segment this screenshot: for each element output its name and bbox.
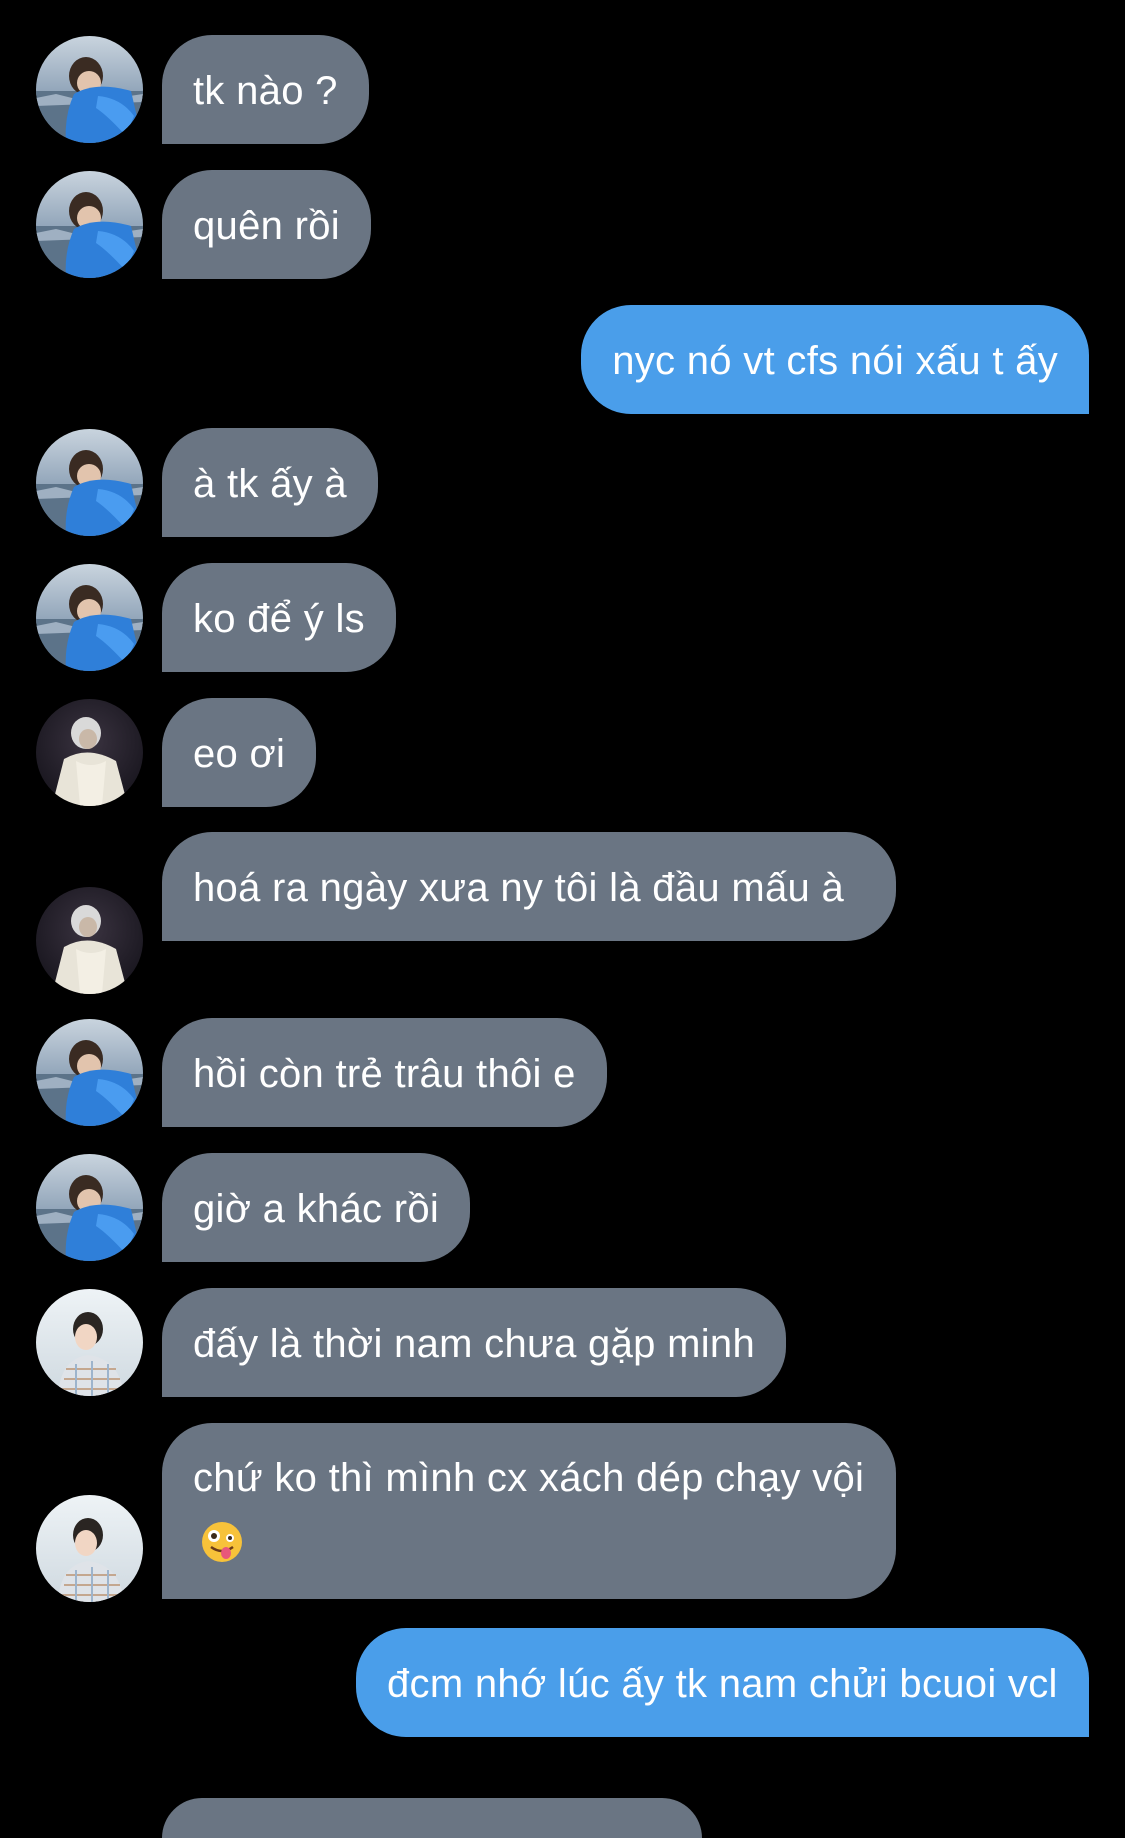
- avatar[interactable]: [36, 564, 143, 671]
- message-bubble[interactable]: chứ ko thì mình cx xách dép chạy vội: [162, 1423, 896, 1599]
- avatar[interactable]: [36, 36, 143, 143]
- message-row: eo ơi: [0, 698, 1125, 808]
- message-row: quên rồi: [0, 170, 1125, 280]
- avatar-boy-blue-icon: [36, 429, 143, 536]
- avatar-boy-shirt-icon: [36, 1495, 143, 1602]
- avatar[interactable]: [36, 1019, 143, 1126]
- message-bubble[interactable]: eo ơi: [162, 698, 317, 807]
- message-row: ko để ý ls: [0, 563, 1125, 673]
- message-bubble[interactable]: quên rồi: [162, 170, 371, 279]
- message-bubble[interactable]: giờ a khác rồi: [162, 1153, 471, 1262]
- zany-face-emoji-icon: [201, 1517, 243, 1562]
- avatar[interactable]: [36, 1289, 143, 1396]
- avatar-boy-blue-icon: [36, 564, 143, 671]
- message-row: đấy là thời nam chưa gặp minh: [0, 1288, 1125, 1398]
- message-text: giờ a khác rồi: [193, 1187, 440, 1231]
- message-text: đcm nhớ lúc ấy tk nam chửi bcuoi vcl: [387, 1662, 1058, 1706]
- avatar-white-hair-icon: [36, 699, 143, 806]
- message-text: ko để ý ls: [193, 597, 365, 641]
- message-bubble[interactable]: hồi còn trẻ trâu thôi e: [162, 1018, 607, 1127]
- message-row: đcm nhớ lúc ấy tk nam chửi bcuoi vcl: [0, 1628, 1125, 1791]
- avatar[interactable]: [36, 429, 143, 536]
- message-bubble[interactable]: đấy là thời nam chưa gặp minh: [162, 1288, 787, 1397]
- avatar[interactable]: [36, 171, 143, 278]
- message-row: hoá ra ngày xưa ny tôi là đầu mấu à: [0, 832, 1125, 995]
- message-bubble-partial: [162, 1798, 702, 1838]
- message-text: nyc nó vt cfs nói xấu t ấy: [612, 339, 1058, 383]
- message-text: quên rồi: [193, 204, 340, 248]
- message-row: à tk ấy à: [0, 428, 1125, 538]
- message-row: nyc nó vt cfs nói xấu t ấy: [0, 305, 1125, 415]
- avatar-boy-blue-icon: [36, 1154, 143, 1261]
- message-row: tk nào ?: [0, 35, 1125, 145]
- message-bubble[interactable]: đcm nhớ lúc ấy tk nam chửi bcuoi vcl: [356, 1628, 1089, 1737]
- message-text: đấy là thời nam chưa gặp minh: [193, 1322, 756, 1366]
- message-list[interactable]: tk nào ? quên rồi nyc nó vt cfs nói xấu …: [0, 0, 1125, 1838]
- message-bubble[interactable]: à tk ấy à: [162, 428, 378, 537]
- message-row: hồi còn trẻ trâu thôi e: [0, 1018, 1125, 1128]
- message-text: hoá ra ngày xưa ny tôi là đầu mấu à: [193, 866, 845, 910]
- message-text: eo ơi: [193, 732, 286, 776]
- message-bubble[interactable]: hoá ra ngày xưa ny tôi là đầu mấu à: [162, 832, 896, 941]
- avatar[interactable]: [36, 1154, 143, 1261]
- avatar-boy-blue-icon: [36, 36, 143, 143]
- avatar[interactable]: [36, 887, 143, 994]
- avatar-boy-blue-icon: [36, 171, 143, 278]
- avatar[interactable]: [36, 1495, 143, 1602]
- avatar-white-hair-icon: [36, 887, 143, 994]
- message-text: hồi còn trẻ trâu thôi e: [193, 1052, 576, 1096]
- avatar[interactable]: [36, 699, 143, 806]
- message-text: chứ ko thì mình cx xách dép chạy vội: [193, 1456, 865, 1500]
- message-bubble[interactable]: ko để ý ls: [162, 563, 396, 672]
- message-bubble[interactable]: tk nào ?: [162, 35, 369, 144]
- message-text: à tk ấy à: [193, 462, 347, 506]
- message-bubble[interactable]: nyc nó vt cfs nói xấu t ấy: [581, 305, 1089, 414]
- message-row: chứ ko thì mình cx xách dép chạy vội: [0, 1423, 1125, 1603]
- avatar-boy-shirt-icon: [36, 1289, 143, 1396]
- message-text: tk nào ?: [193, 69, 338, 113]
- message-row: giờ a khác rồi: [0, 1153, 1125, 1263]
- avatar-boy-blue-icon: [36, 1019, 143, 1126]
